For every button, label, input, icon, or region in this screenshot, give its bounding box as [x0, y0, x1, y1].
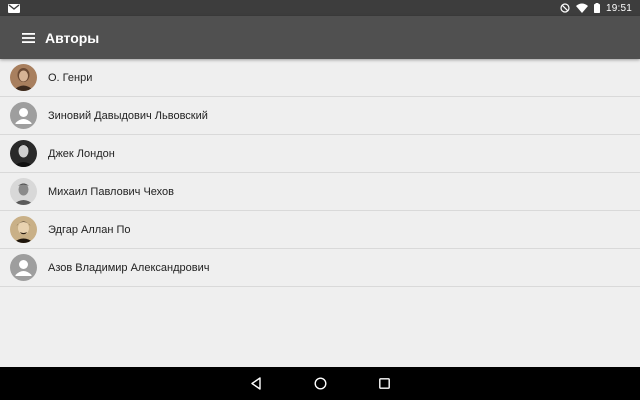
author-name: Джек Лондон [48, 147, 115, 160]
author-name: О. Генри [48, 71, 93, 84]
author-photo-avatar [10, 178, 37, 205]
hamburger-menu-icon[interactable] [8, 16, 48, 59]
recents-icon[interactable] [352, 367, 416, 400]
author-photo-avatar [10, 64, 37, 91]
person-placeholder-icon [10, 254, 37, 281]
list-item[interactable]: О. Генри [0, 59, 640, 97]
back-icon[interactable] [224, 367, 288, 400]
status-bar: 19:51 [0, 0, 640, 16]
author-name: Зиновий Давыдович Львовский [48, 109, 208, 122]
system-nav-bar [0, 367, 640, 400]
list-item[interactable]: Эдгар Аллан По [0, 211, 640, 249]
author-photo-avatar [10, 216, 37, 243]
list-item[interactable]: Джек Лондон [0, 135, 640, 173]
page-title: Авторы [45, 29, 100, 46]
authors-list: О. Генри Зиновий Давыдович Львовский Дже… [0, 59, 640, 287]
do-not-disturb-icon [560, 3, 570, 13]
author-name: Азов Владимир Александрович [48, 261, 210, 274]
battery-icon [593, 3, 600, 13]
author-photo-avatar [10, 140, 37, 167]
clock: 19:51 [605, 2, 632, 14]
app-toolbar: Авторы [0, 16, 640, 59]
wifi-icon [575, 3, 588, 13]
author-name: Эдгар Аллан По [48, 223, 131, 236]
list-item[interactable]: Азов Владимир Александрович [0, 249, 640, 287]
gmail-icon [8, 3, 20, 13]
list-item[interactable]: Зиновий Давыдович Львовский [0, 97, 640, 135]
list-item[interactable]: Михаил Павлович Чехов [0, 173, 640, 211]
home-icon[interactable] [288, 367, 352, 400]
person-placeholder-icon [10, 102, 37, 129]
author-name: Михаил Павлович Чехов [48, 185, 175, 198]
